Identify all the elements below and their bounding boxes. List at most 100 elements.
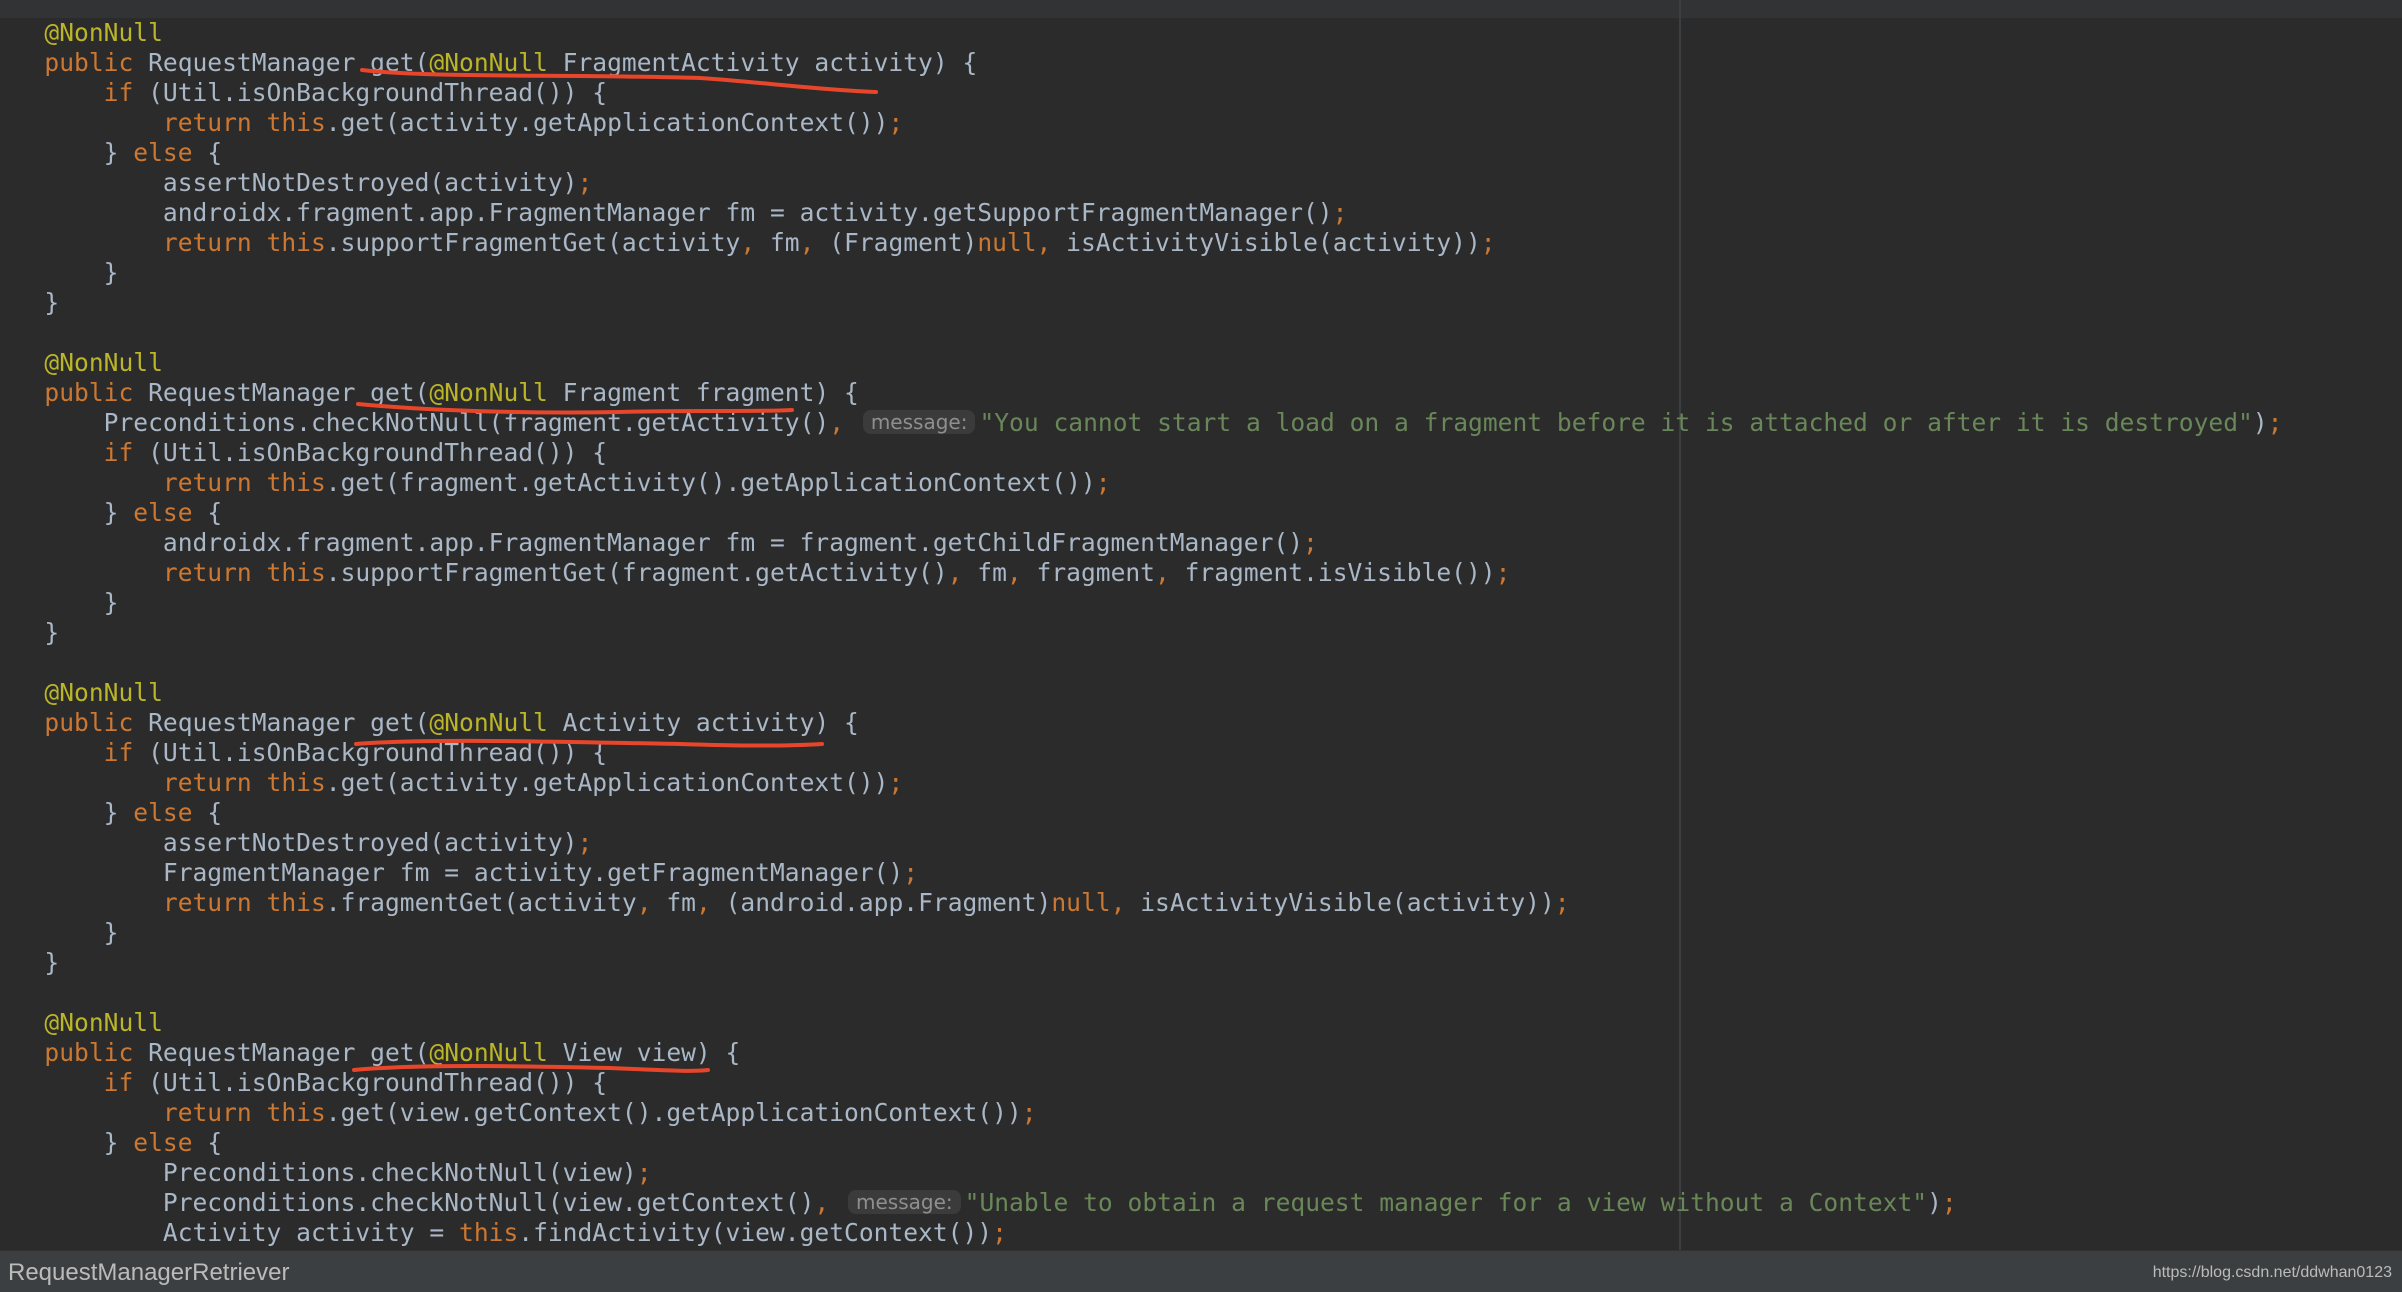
code-token-plain: } bbox=[103, 138, 134, 167]
code-line[interactable] bbox=[0, 648, 2402, 678]
code-token-kw: null bbox=[977, 228, 1037, 257]
code-token-plain: isActivityVisible(activity)) bbox=[1140, 888, 1555, 917]
code-line[interactable]: Activity activity = this.findActivity(vi… bbox=[0, 1218, 2402, 1248]
code-line[interactable]: public RequestManager get(@NonNull Fragm… bbox=[0, 48, 2402, 78]
code-line[interactable]: public RequestManager get(@NonNull View … bbox=[0, 1038, 2402, 1068]
code-token-plain: } bbox=[44, 618, 60, 647]
code-token-plain: (Util.isOnBackgroundThread()) { bbox=[148, 438, 608, 467]
code-line[interactable]: } bbox=[0, 948, 2402, 978]
code-line[interactable]: return this.get(fragment.getActivity().g… bbox=[0, 468, 2402, 498]
code-line[interactable]: } else { bbox=[0, 1128, 2402, 1158]
status-bar: RequestManagerRetriever https://blog.csd… bbox=[0, 1250, 2402, 1292]
code-area[interactable]: @NonNull public RequestManager get(@NonN… bbox=[0, 18, 2402, 1248]
code-token-kw: return this bbox=[162, 468, 326, 497]
code-line[interactable]: @NonNull bbox=[0, 18, 2402, 48]
code-token-plain: } bbox=[44, 288, 60, 317]
code-token-plain: RequestManager get( bbox=[148, 378, 430, 407]
code-line[interactable]: assertNotDestroyed(activity); bbox=[0, 828, 2402, 858]
code-line[interactable]: androidx.fragment.app.FragmentManager fm… bbox=[0, 198, 2402, 228]
code-token-str: "Unable to obtain a request manager for … bbox=[964, 1188, 1928, 1217]
code-line[interactable]: @NonNull bbox=[0, 678, 2402, 708]
code-token-punc: , bbox=[1110, 888, 1141, 917]
code-token-plain: FragmentActivity activity) { bbox=[562, 48, 978, 77]
code-token-kw: if bbox=[103, 1068, 149, 1097]
code-token-punc: , bbox=[1036, 228, 1067, 257]
code-line[interactable]: Preconditions.checkNotNull(fragment.getA… bbox=[0, 408, 2402, 438]
code-line[interactable]: return this.supportFragmentGet(activity,… bbox=[0, 228, 2402, 258]
code-line[interactable]: return this.supportFragmentGet(fragment.… bbox=[0, 558, 2402, 588]
code-token-ann: @NonNull bbox=[429, 1038, 563, 1067]
code-token-plain: isActivityVisible(activity)) bbox=[1066, 228, 1481, 257]
code-line[interactable]: } bbox=[0, 288, 2402, 318]
code-line[interactable]: @NonNull bbox=[0, 348, 2402, 378]
code-token-plain: assertNotDestroyed(activity) bbox=[162, 828, 578, 857]
code-line[interactable]: FragmentManager fm = activity.getFragmen… bbox=[0, 858, 2402, 888]
code-token-plain: assertNotDestroyed(activity) bbox=[162, 168, 578, 197]
code-line[interactable]: return this.fragmentGet(activity, fm, (a… bbox=[0, 888, 2402, 918]
code-line[interactable]: public RequestManager get(@NonNull Activ… bbox=[0, 708, 2402, 738]
code-token-punc: , bbox=[829, 408, 859, 437]
file-name-label: RequestManagerRetriever bbox=[8, 1259, 290, 1286]
code-token-punc: ; bbox=[903, 858, 919, 887]
code-line[interactable]: return this.get(view.getContext().getApp… bbox=[0, 1098, 2402, 1128]
code-token-punc: , bbox=[1155, 558, 1185, 587]
code-token-punc: ; bbox=[636, 1158, 652, 1187]
code-token-plain: .get(fragment.getActivity().getApplicati… bbox=[325, 468, 1096, 497]
code-token-punc: ; bbox=[1303, 528, 1318, 557]
code-line[interactable]: } bbox=[0, 618, 2402, 648]
code-line[interactable]: return this.get(activity.getApplicationC… bbox=[0, 108, 2402, 138]
code-token-kw: if bbox=[103, 78, 149, 107]
code-token-plain: fm bbox=[666, 888, 696, 917]
code-line[interactable]: } bbox=[0, 918, 2402, 948]
code-token-plain: androidx.fragment.app.FragmentManager fm… bbox=[162, 528, 1304, 557]
code-token-plain: Preconditions.checkNotNull(view) bbox=[162, 1158, 637, 1187]
code-line[interactable]: } else { bbox=[0, 498, 2402, 528]
code-editor[interactable]: @NonNull public RequestManager get(@NonN… bbox=[0, 0, 2402, 1250]
code-token-ann: @NonNull bbox=[44, 18, 163, 47]
code-token-kw: public bbox=[44, 48, 149, 77]
code-token-punc: ; bbox=[1941, 1188, 1957, 1217]
code-token-plain: (Util.isOnBackgroundThread()) { bbox=[148, 78, 608, 107]
code-token-punc: , bbox=[1006, 558, 1037, 587]
code-line[interactable] bbox=[0, 318, 2402, 348]
code-line[interactable]: assertNotDestroyed(activity); bbox=[0, 168, 2402, 198]
code-token-plain: (Fragment) bbox=[829, 228, 978, 257]
code-line[interactable] bbox=[0, 978, 2402, 1008]
code-line[interactable]: } bbox=[0, 258, 2402, 288]
code-line[interactable]: androidx.fragment.app.FragmentManager fm… bbox=[0, 528, 2402, 558]
code-line[interactable]: if (Util.isOnBackgroundThread()) { bbox=[0, 78, 2402, 108]
code-token-plain: (Util.isOnBackgroundThread()) { bbox=[148, 738, 608, 767]
code-line[interactable]: return this.get(activity.getApplicationC… bbox=[0, 768, 2402, 798]
code-line[interactable]: @NonNull bbox=[0, 1008, 2402, 1038]
code-line[interactable]: if (Util.isOnBackgroundThread()) { bbox=[0, 1068, 2402, 1098]
code-line[interactable]: Preconditions.checkNotNull(view.getConte… bbox=[0, 1188, 2402, 1218]
parameter-hint: message: bbox=[848, 1190, 961, 1214]
code-token-punc: ; bbox=[1480, 228, 1496, 257]
code-token-plain: FragmentManager fm = activity.getFragmen… bbox=[162, 858, 904, 887]
code-token-punc: ; bbox=[1554, 888, 1570, 917]
code-line[interactable]: public RequestManager get(@NonNull Fragm… bbox=[0, 378, 2402, 408]
code-token-kw: else bbox=[133, 798, 208, 827]
code-token-kw: return this bbox=[162, 888, 326, 917]
code-token-punc: ; bbox=[888, 768, 904, 797]
code-token-plain: fragment.isVisible()) bbox=[1184, 558, 1496, 587]
code-token-plain: Activity activity = bbox=[162, 1218, 460, 1247]
code-token-kw: public bbox=[44, 708, 149, 737]
code-token-plain: .get(activity.getApplicationContext()) bbox=[325, 108, 889, 137]
code-token-kw: public bbox=[44, 1038, 149, 1067]
code-line[interactable]: } else { bbox=[0, 798, 2402, 828]
code-token-plain: { bbox=[207, 498, 223, 527]
code-line[interactable]: if (Util.isOnBackgroundThread()) { bbox=[0, 438, 2402, 468]
code-line[interactable]: } bbox=[0, 588, 2402, 618]
code-line[interactable]: if (Util.isOnBackgroundThread()) { bbox=[0, 738, 2402, 768]
code-token-plain: .findActivity(view.getContext()) bbox=[518, 1218, 993, 1247]
code-line[interactable]: } else { bbox=[0, 138, 2402, 168]
code-line[interactable]: Preconditions.checkNotNull(view); bbox=[0, 1158, 2402, 1188]
